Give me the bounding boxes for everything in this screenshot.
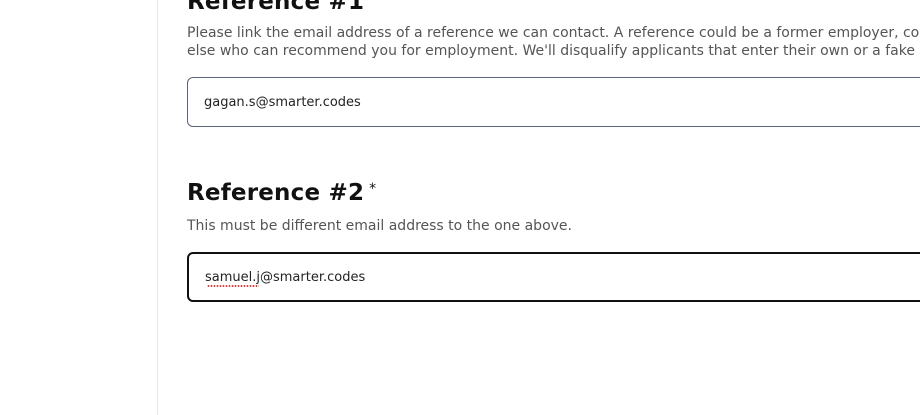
reference-1-heading: Reference #1 * <box>187 0 376 15</box>
reference-1-email-field[interactable] <box>187 77 920 127</box>
reference-1-description-line-2: else who can recommend you for employmen… <box>187 43 920 59</box>
reference-2-title: Reference #2 <box>187 180 365 206</box>
reference-1-description: Please link the email address of a refer… <box>187 24 920 60</box>
reference-1-email-input[interactable] <box>188 78 920 126</box>
reference-2-email-field[interactable] <box>187 252 920 302</box>
reference-1-description-line-1: Please link the email address of a refer… <box>187 25 920 41</box>
left-sidebar-panel <box>0 0 158 415</box>
reference-2-heading: Reference #2 * <box>187 180 376 206</box>
required-asterisk: * <box>369 0 376 6</box>
application-form-page: Reference #1 * Please link the email addr… <box>0 0 920 415</box>
required-asterisk: * <box>369 181 377 197</box>
form-content: Reference #1 * Please link the email addr… <box>187 0 920 415</box>
reference-2-description: This must be different email address to … <box>187 218 572 234</box>
reference-2-email-input[interactable] <box>189 254 920 300</box>
reference-1-title: Reference #1 <box>187 0 365 15</box>
